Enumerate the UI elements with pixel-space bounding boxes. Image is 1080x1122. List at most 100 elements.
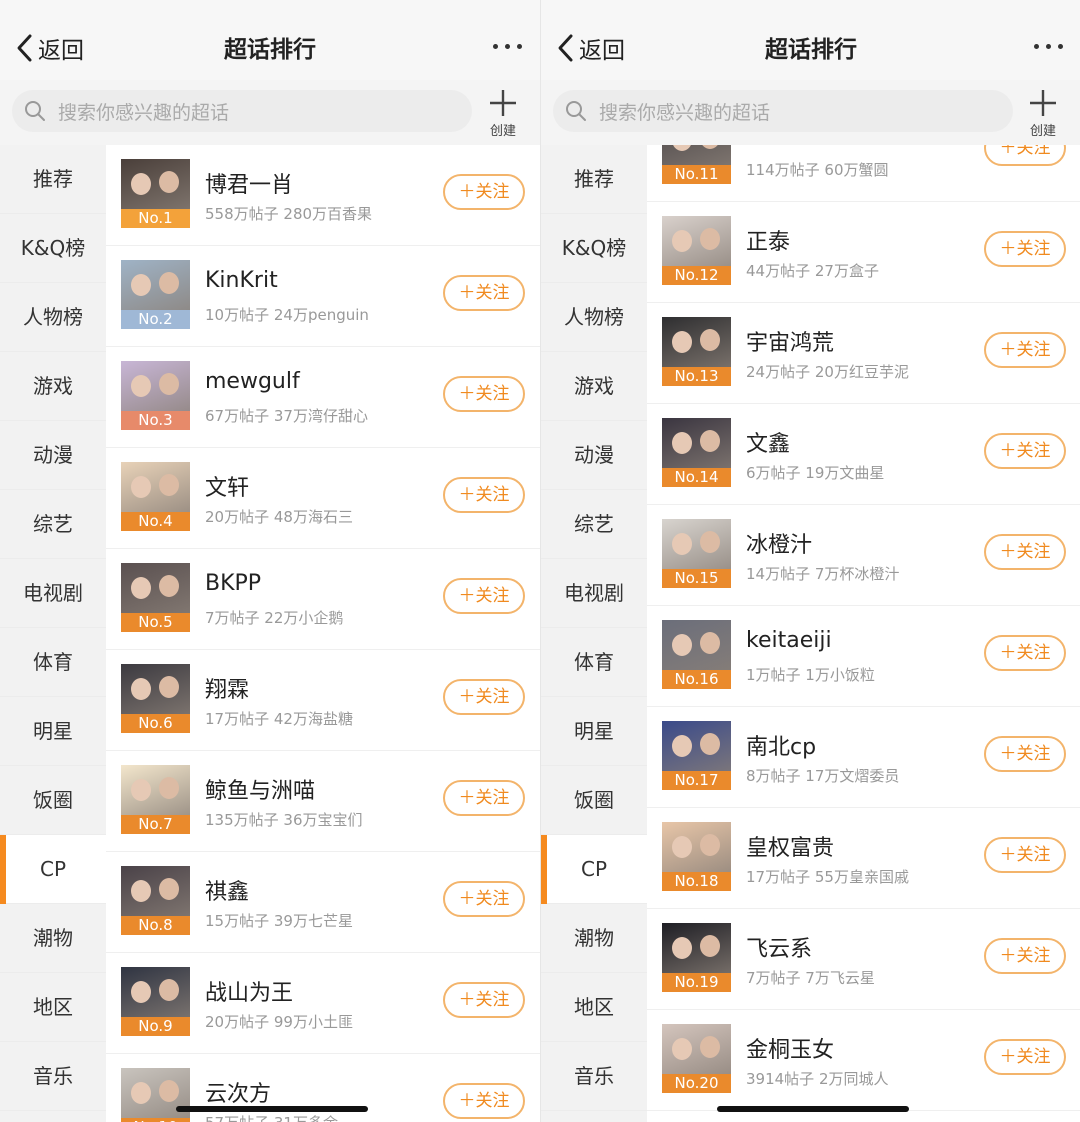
list-item[interactable]: No.17 南北cp 8万帖子 17万文熠委员 ＋关注 xyxy=(647,707,1080,808)
sidebar-item-category[interactable]: 明星 xyxy=(541,697,647,766)
list-item[interactable]: No.5 BKPP 7万帖子 22万小企鹅 ＋关注 xyxy=(106,549,540,650)
list-item[interactable]: No.16 keitaeiji 1万帖子 1万小饭粒 ＋关注 xyxy=(647,606,1080,707)
list-item[interactable]: No.7 鲸鱼与洲喵 135万帖子 36万宝宝们 ＋关注 xyxy=(106,751,540,852)
sidebar-item-category[interactable]: 音乐 xyxy=(0,1042,106,1111)
follow-button[interactable]: ＋关注 xyxy=(984,837,1066,873)
list-item[interactable]: No.1 博君一肖 558万帖子 280万百香果 ＋关注 xyxy=(106,145,540,246)
more-dot-icon xyxy=(517,44,522,49)
sidebar-item-category[interactable]: CP xyxy=(0,835,106,904)
follow-button[interactable]: ＋关注 xyxy=(443,780,525,816)
sidebar-item-category[interactable]: 综艺 xyxy=(0,490,106,559)
list-item[interactable]: No.4 文轩 20万帖子 48万海石三 ＋关注 xyxy=(106,448,540,549)
sidebar-item-category[interactable]: CP xyxy=(541,835,647,904)
sidebar-item-category[interactable]: 推荐 xyxy=(0,145,106,214)
sidebar-item-category[interactable]: 人物榜 xyxy=(0,283,106,352)
sidebar-item-category[interactable]: 综艺 xyxy=(541,490,647,559)
list-item[interactable]: No.2 KinKrit 10万帖子 24万penguin ＋关注 xyxy=(106,246,540,347)
sidebar-item-category[interactable]: 地区 xyxy=(541,973,647,1042)
more-options-button[interactable] xyxy=(1034,44,1063,49)
avatar-face xyxy=(131,779,151,801)
avatar-face xyxy=(700,329,720,351)
list-item[interactable]: No.3 mewgulf 67万帖子 37万湾仔甜心 ＋关注 xyxy=(106,347,540,448)
follow-button[interactable]: ＋关注 xyxy=(443,881,525,917)
rank-badge: No.20 xyxy=(662,1074,731,1093)
sidebar-item-category[interactable]: 地区 xyxy=(0,973,106,1042)
sidebar-item-category[interactable]: 电视剧 xyxy=(541,559,647,628)
follow-button[interactable]: ＋关注 xyxy=(984,1039,1066,1075)
sidebar-item-category[interactable]: 体育 xyxy=(0,628,106,697)
topic-name: BKPP xyxy=(205,571,262,596)
follow-button[interactable]: ＋关注 xyxy=(443,477,525,513)
rank-badge: No.1 xyxy=(121,209,190,228)
topic-avatar: No.20 xyxy=(662,1024,731,1093)
sidebar-item-category[interactable]: 饭圈 xyxy=(541,766,647,835)
list-item[interactable]: No.12 正泰 44万帖子 27万盒子 ＋关注 xyxy=(647,202,1080,303)
list-item[interactable]: No.20 金桐玉女 3914帖子 2万同城人 ＋关注 xyxy=(647,1010,1080,1111)
ranking-list-content: No.1 博君一肖 558万帖子 280万百香果 ＋关注 No.2 KinKrit 10万帖… xyxy=(106,145,540,1122)
topic-stats: 7万帖子 22万小企鹅 xyxy=(205,609,344,627)
sidebar-item-category[interactable]: 明星 xyxy=(0,697,106,766)
sidebar-item-category[interactable]: 推荐 xyxy=(541,145,647,214)
avatar-face xyxy=(700,531,720,553)
topic-stats: 17万帖子 55万皇亲国戚 xyxy=(746,868,909,886)
avatar-face xyxy=(159,1080,179,1102)
sidebar-item-category[interactable]: 潮物 xyxy=(0,904,106,973)
follow-button[interactable]: ＋关注 xyxy=(984,736,1066,772)
list-item[interactable]: No.9 战山为王 20万帖子 99万小土匪 ＋关注 xyxy=(106,953,540,1054)
list-item[interactable]: No.11 114万帖子 60万蟹圆 ＋关注 xyxy=(647,145,1080,202)
topic-name: 翔霖 xyxy=(205,678,250,703)
topic-avatar: No.5 xyxy=(121,563,190,632)
sidebar-item-category[interactable]: K&Q榜 xyxy=(0,214,106,283)
follow-button[interactable]: ＋关注 xyxy=(984,145,1066,166)
follow-button[interactable]: ＋关注 xyxy=(984,534,1066,570)
follow-button[interactable]: ＋关注 xyxy=(984,332,1066,368)
follow-button[interactable]: ＋关注 xyxy=(443,982,525,1018)
sidebar-item-category[interactable]: 音乐 xyxy=(541,1042,647,1111)
topic-stats: 24万帖子 20万红豆芋泥 xyxy=(746,363,909,381)
sidebar-item-category[interactable]: 潮物 xyxy=(541,904,647,973)
create-button[interactable]: 创建 xyxy=(486,88,520,139)
list-item[interactable]: No.6 翔霖 17万帖子 42万海盐糖 ＋关注 xyxy=(106,650,540,751)
follow-button[interactable]: ＋关注 xyxy=(984,231,1066,267)
follow-button[interactable]: ＋关注 xyxy=(443,578,525,614)
sidebar-item-category[interactable]: 饭圈 xyxy=(0,766,106,835)
list-item[interactable]: No.19 飞云系 7万帖子 7万飞云星 ＋关注 xyxy=(647,909,1080,1010)
list-item[interactable]: No.13 宇宙鸿荒 24万帖子 20万红豆芋泥 ＋关注 xyxy=(647,303,1080,404)
sidebar-item-category[interactable]: K&Q榜 xyxy=(541,214,647,283)
search-input[interactable]: 搜索你感兴趣的超话 xyxy=(12,90,472,132)
topic-avatar: No.3 xyxy=(121,361,190,430)
search-input[interactable]: 搜索你感兴趣的超话 xyxy=(553,90,1013,132)
rank-badge: No.8 xyxy=(121,916,190,935)
search-icon xyxy=(566,101,586,121)
topic-name: 祺鑫 xyxy=(205,880,250,905)
follow-button[interactable]: ＋关注 xyxy=(443,275,525,311)
plus-icon xyxy=(1030,90,1056,116)
sidebar-item-category[interactable]: 体育 xyxy=(541,628,647,697)
rank-badge: No.4 xyxy=(121,512,190,531)
topic-name: 南北cp xyxy=(746,735,817,760)
follow-button[interactable]: ＋关注 xyxy=(984,433,1066,469)
follow-button[interactable]: ＋关注 xyxy=(443,174,525,210)
list-item[interactable]: No.8 祺鑫 15万帖子 39万七芒星 ＋关注 xyxy=(106,852,540,953)
sidebar-item-category[interactable]: 游戏 xyxy=(541,352,647,421)
follow-button[interactable]: ＋关注 xyxy=(443,376,525,412)
list-item[interactable]: No.18 皇权富贵 17万帖子 55万皇亲国戚 ＋关注 xyxy=(647,808,1080,909)
create-button[interactable]: 创建 xyxy=(1026,88,1060,139)
follow-button[interactable]: ＋关注 xyxy=(984,938,1066,974)
follow-button[interactable]: ＋关注 xyxy=(443,679,525,715)
sidebar-item-category[interactable]: 人物榜 xyxy=(541,283,647,352)
create-label: 创建 xyxy=(1029,124,1056,139)
list-item[interactable]: No.14 文鑫 6万帖子 19万文曲星 ＋关注 xyxy=(647,404,1080,505)
topic-name: 博君一肖 xyxy=(205,173,294,198)
follow-button[interactable]: ＋关注 xyxy=(984,635,1066,671)
topic-name: KinKrit xyxy=(205,268,278,293)
sidebar-item-category[interactable]: 游戏 xyxy=(0,352,106,421)
sidebar-item-category[interactable]: 动漫 xyxy=(0,421,106,490)
sidebar-item-category[interactable]: 电视剧 xyxy=(0,559,106,628)
follow-button[interactable]: ＋关注 xyxy=(443,1083,525,1119)
rank-badge: No.11 xyxy=(662,165,731,184)
more-options-button[interactable] xyxy=(493,44,522,49)
sidebar-item-category[interactable]: 动漫 xyxy=(541,421,647,490)
avatar-face xyxy=(159,171,179,193)
list-item[interactable]: No.15 冰橙汁 14万帖子 7万杯冰橙汁 ＋关注 xyxy=(647,505,1080,606)
